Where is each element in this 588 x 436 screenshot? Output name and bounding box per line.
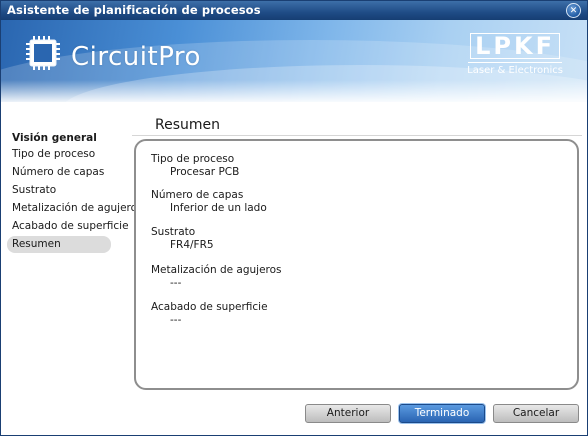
close-button[interactable]: ✕	[566, 3, 581, 18]
lpkf-logo: LPKF	[470, 33, 561, 59]
close-icon: ✕	[569, 6, 578, 16]
sidebar-item-numero-de-capas[interactable]: Número de capas	[7, 164, 111, 181]
summary-panel: Tipo de proceso Procesar PCB Número de c…	[134, 139, 579, 390]
summary-value: Procesar PCB	[170, 166, 240, 178]
product-name: CircuitPro	[71, 42, 201, 72]
logo-tagline: Laser & Electronics	[467, 65, 563, 76]
summary-value: Inferior de un lado	[170, 202, 267, 214]
page-title: Resumen	[155, 117, 221, 133]
summary-value: ---	[170, 314, 182, 326]
sidebar-item-metalizacion[interactable]: Metalización de agujeros	[7, 200, 143, 217]
sidebar-heading: Visión general	[12, 132, 97, 144]
summary-value: ---	[170, 277, 182, 289]
title-bar: Asistente de planificación de procesos ✕	[1, 1, 587, 20]
summary-label: Tipo de proceso	[151, 153, 235, 165]
summary-label: Número de capas	[151, 189, 244, 201]
previous-button[interactable]: Anterior	[305, 404, 391, 423]
sidebar-item-resumen[interactable]: Resumen	[7, 236, 111, 253]
summary-label: Sustrato	[151, 226, 196, 238]
finish-button[interactable]: Terminado	[399, 404, 485, 423]
summary-label: Metalización de agujeros	[151, 264, 282, 276]
company-logo: LPKF Laser & Electronics	[467, 33, 563, 76]
wizard-window: Asistente de planificación de procesos ✕…	[0, 0, 588, 436]
window-title: Asistente de planificación de procesos	[7, 3, 261, 17]
header-banner: CircuitPro LPKF Laser & Electronics	[1, 20, 587, 102]
sidebar-item-sustrato[interactable]: Sustrato	[7, 182, 111, 199]
cancel-button[interactable]: Cancelar	[493, 404, 579, 423]
summary-value: FR4/FR5	[170, 239, 214, 251]
circuit-chip-icon	[26, 36, 60, 70]
wizard-sidebar: Visión general Tipo de proceso Número de…	[1, 102, 143, 432]
sidebar-item-tipo-de-proceso[interactable]: Tipo de proceso	[7, 146, 111, 163]
sidebar-item-acabado[interactable]: Acabado de superficie	[7, 218, 129, 235]
summary-label: Acabado de superficie	[151, 301, 268, 313]
title-divider	[132, 135, 582, 136]
